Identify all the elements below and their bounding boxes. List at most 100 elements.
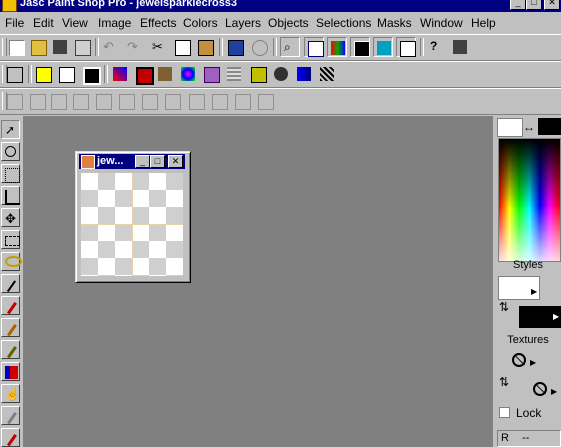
layer-properties-button[interactable] [93, 91, 113, 111]
layer-extra-button[interactable] [255, 91, 275, 111]
foreground-style-swatch[interactable]: ▶ [498, 276, 540, 300]
mask-button[interactable] [139, 91, 159, 111]
minimize-button[interactable]: _ [510, 0, 526, 10]
blinds-button[interactable] [224, 64, 244, 84]
style-dropdown-arrow-icon[interactable]: ▶ [531, 286, 539, 298]
app-icon[interactable] [2, 0, 17, 12]
style-dropdown-arrow-icon[interactable]: ▶ [553, 311, 561, 323]
weave-button[interactable] [317, 64, 337, 84]
background-style-swatch[interactable]: ▶ [519, 306, 561, 328]
foreground-color-swatch[interactable] [497, 118, 523, 137]
paint-brush-tool[interactable] [1, 318, 20, 337]
mosaic-button[interactable] [248, 64, 268, 84]
deform-tool[interactable] [1, 164, 20, 183]
image-window[interactable]: jew... _ □ ✕ [75, 151, 191, 283]
menu-edit[interactable]: Edit [33, 16, 54, 30]
copy-button[interactable] [172, 37, 192, 57]
image-maximize-button[interactable]: □ [150, 155, 165, 168]
arrow-tool[interactable]: ➚ [1, 120, 20, 139]
effects-browser-button[interactable] [4, 64, 24, 84]
merge-layer-button[interactable] [70, 91, 90, 111]
full-screen-preview-button[interactable] [225, 37, 245, 57]
menu-colors[interactable]: Colors [183, 16, 218, 30]
menu-view[interactable]: View [62, 16, 88, 30]
save-button[interactable] [50, 37, 70, 57]
freehand-selection-tool[interactable] [1, 252, 22, 271]
image-document-icon[interactable] [81, 155, 95, 169]
crop-tool[interactable] [1, 186, 20, 205]
image-window-titlebar[interactable]: jew... _ □ ✕ [79, 154, 185, 169]
menu-layers[interactable]: Layers [225, 16, 261, 30]
gradient-button[interactable] [294, 64, 314, 84]
swap-styles-icon[interactable]: ⇅ [499, 300, 509, 314]
image-canvas[interactable] [81, 173, 183, 276]
zoom-button[interactable]: ⌕ [280, 37, 300, 57]
new-button[interactable] [6, 37, 26, 57]
menu-image[interactable]: Image [98, 16, 131, 30]
foreground-texture-button[interactable]: ▶ [498, 349, 538, 373]
drop-shadow-button[interactable] [56, 64, 76, 84]
group-button[interactable] [162, 91, 182, 111]
yellow-swatch-button[interactable] [33, 64, 53, 84]
menu-help[interactable]: Help [471, 16, 496, 30]
duplicate-layer-button[interactable] [48, 91, 68, 111]
lock-transparency-button[interactable] [232, 91, 252, 111]
context-help-button[interactable]: ? [427, 37, 447, 57]
paste-button[interactable] [195, 37, 215, 57]
new-layer-button[interactable] [4, 91, 24, 111]
maximize-button[interactable]: □ [526, 0, 542, 10]
lock-checkbox[interactable] [499, 407, 510, 418]
texture-dropdown-arrow-icon[interactable]: ▶ [530, 357, 538, 369]
cutout-button[interactable] [133, 64, 154, 85]
color-palette-button[interactable] [350, 37, 370, 57]
swap-textures-icon[interactable]: ⇅ [499, 375, 509, 389]
layer-visibility-button[interactable] [186, 91, 206, 111]
menu-window[interactable]: Window [420, 16, 463, 30]
menu-selections[interactable]: Selections [316, 16, 371, 30]
retouch-tool[interactable]: ☝ [1, 384, 20, 403]
image-close-button[interactable]: ✕ [168, 155, 183, 168]
mover-tool[interactable]: ✥ [1, 208, 20, 227]
open-button[interactable] [28, 37, 48, 57]
new-icon [9, 40, 25, 56]
color-replacer-tool[interactable] [1, 362, 20, 381]
background-texture-button[interactable]: ▶ [519, 378, 561, 402]
eraser-tool[interactable] [1, 406, 20, 425]
background-color-swatch[interactable] [538, 118, 561, 135]
zoom-tool[interactable] [1, 142, 20, 161]
image-minimize-button[interactable]: _ [135, 155, 150, 168]
buttonize-button[interactable] [110, 64, 130, 84]
menu-effects[interactable]: Effects [140, 16, 176, 30]
lock-button[interactable] [450, 37, 470, 57]
cut-button[interactable]: ✂ [149, 37, 169, 57]
selection-tool[interactable] [1, 230, 20, 249]
layer-palette-button[interactable] [373, 37, 393, 57]
texture-button[interactable] [201, 64, 221, 84]
picture-tube-tool[interactable] [1, 428, 20, 447]
menu-file[interactable]: File [5, 16, 24, 30]
frame-button[interactable] [155, 64, 175, 84]
swap-colors-icon[interactable]: ↔ [523, 120, 535, 134]
sculpture-button[interactable] [271, 64, 291, 84]
print-button[interactable] [72, 37, 92, 57]
kaleidoscope-button[interactable] [178, 64, 198, 84]
color-picker[interactable] [498, 138, 561, 262]
link-layer-button[interactable] [209, 91, 229, 111]
redo-button[interactable]: ↷ [124, 37, 144, 57]
undo-button[interactable]: ↶ [100, 37, 120, 57]
dropper-tool[interactable] [1, 296, 20, 315]
menu-masks[interactable]: Masks [377, 16, 412, 30]
browse-button[interactable] [249, 37, 269, 57]
inner-bevel-button[interactable] [80, 64, 101, 85]
promote-selection-button[interactable] [116, 91, 136, 111]
magic-wand-tool[interactable] [1, 274, 20, 293]
tool-options-button[interactable] [327, 37, 347, 57]
histogram-button[interactable] [396, 37, 416, 57]
overview-button[interactable] [304, 37, 324, 57]
clone-brush-tool[interactable] [1, 340, 20, 359]
texture-dropdown-arrow-icon[interactable]: ▶ [551, 386, 559, 398]
delete-layer-button[interactable] [27, 91, 47, 111]
workspace[interactable]: jew... _ □ ✕ [23, 116, 493, 447]
close-button[interactable]: ✕ [544, 0, 560, 10]
menu-objects[interactable]: Objects [268, 16, 309, 30]
